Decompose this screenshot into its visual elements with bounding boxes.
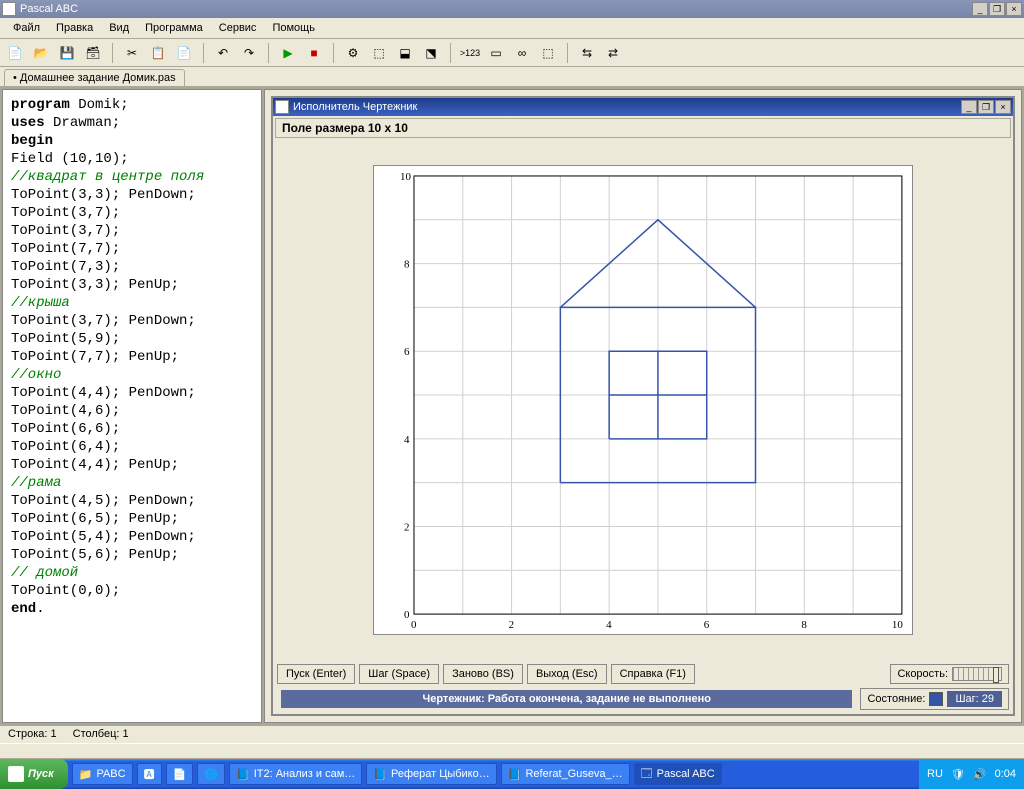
tool10-icon[interactable]: ⇄ [604, 44, 622, 62]
close-button[interactable]: × [1006, 2, 1022, 16]
drawer-maximize-button[interactable]: ❐ [978, 100, 994, 114]
menu-edit[interactable]: Правка [49, 20, 100, 36]
save-icon[interactable]: 💾 [58, 44, 76, 62]
task-item[interactable]: 🅰 [137, 763, 162, 785]
exit-button[interactable]: Выход (Esc) [527, 664, 607, 684]
tool3-icon[interactable]: ⬓ [396, 44, 414, 62]
svg-text:0: 0 [411, 619, 417, 631]
toolbar: 📄 📂 💾 🗃 ✂ 📋 📄 ↶ ↷ ▶ ■ ⚙ ⬚ ⬓ ⬔ >123 ▭ ∞ ⬚… [0, 39, 1024, 67]
tabstrip: • Домашнее задание Домик.pas [0, 67, 1024, 87]
saveall-icon[interactable]: 🗃 [84, 44, 102, 62]
svg-text:8: 8 [801, 619, 807, 631]
paste-icon[interactable]: 📄 [175, 44, 193, 62]
step-button[interactable]: Шаг (Space) [359, 664, 439, 684]
undo-icon[interactable]: ↶ [214, 44, 232, 62]
system-tray: RU 🛡 🔊 0:04 [919, 759, 1024, 789]
menubar: Файл Правка Вид Программа Сервис Помощь [0, 18, 1024, 39]
stop-icon[interactable]: ■ [305, 44, 323, 62]
task-item[interactable]: 📘 Referat_Guseva_… [501, 763, 630, 785]
tool4-icon[interactable]: ⬔ [422, 44, 440, 62]
drawer-title: Исполнитель Чертежник [293, 101, 417, 113]
svg-text:2: 2 [509, 619, 514, 631]
state-box: Состояние: Шаг: 29 [860, 688, 1009, 710]
status-col: Столбец: 1 [73, 728, 129, 741]
redo-icon[interactable]: ↷ [240, 44, 258, 62]
speed-box: Скорость: [890, 664, 1009, 684]
status-line: Строка: 1 [8, 728, 57, 741]
run-icon[interactable]: ▶ [279, 44, 297, 62]
drawer-window: Исполнитель Чертежник _ ❐ × Поле размера… [271, 96, 1015, 716]
svg-text:8: 8 [404, 259, 410, 271]
svg-text:2: 2 [404, 521, 409, 533]
tool9-icon[interactable]: ⇆ [578, 44, 596, 62]
tool2-icon[interactable]: ⬚ [370, 44, 388, 62]
maximize-button[interactable]: ❐ [989, 2, 1005, 16]
svg-text:10: 10 [400, 171, 411, 183]
menu-view[interactable]: Вид [102, 20, 136, 36]
step-counter: Шаг: 29 [947, 691, 1002, 707]
task-item[interactable]: 📁 PABC [72, 763, 133, 785]
cut-icon[interactable]: ✂ [123, 44, 141, 62]
field-size-label: Поле размера 10 x 10 [275, 118, 1011, 138]
open-icon[interactable]: 📂 [32, 44, 50, 62]
task-item[interactable]: 📘 IT2: Анализ и сам… [229, 763, 362, 785]
task-item-active[interactable]: 🗔 Pascal ABC [634, 763, 722, 785]
task-item[interactable]: 📄 [166, 763, 194, 785]
svg-text:10: 10 [892, 619, 903, 631]
tool1-icon[interactable]: ⚙ [344, 44, 362, 62]
tray-icon[interactable]: 🔊 [973, 768, 987, 781]
file-tab[interactable]: • Домашнее задание Домик.pas [4, 69, 185, 86]
statusbar: Строка: 1 Столбец: 1 [0, 725, 1024, 743]
tray-icon[interactable]: 🛡 [951, 768, 965, 781]
start-button[interactable]: Пуск [0, 759, 68, 789]
tool5-icon[interactable]: >123 [461, 44, 479, 62]
task-item[interactable]: 🌐 [197, 763, 225, 785]
speed-slider[interactable] [952, 667, 1002, 681]
taskbar: Пуск 📁 PABC 🅰 📄 🌐 📘 IT2: Анализ и сам… 📘… [0, 759, 1024, 789]
tool7-icon[interactable]: ∞ [513, 44, 531, 62]
run-button[interactable]: Пуск (Enter) [277, 664, 355, 684]
drawing-canvas: 10 8 6 4 2 0 0 2 4 6 8 10 [373, 165, 913, 635]
tool8-icon[interactable]: ⬚ [539, 44, 557, 62]
help-button[interactable]: Справка (F1) [611, 664, 695, 684]
svg-text:4: 4 [404, 434, 410, 446]
reset-button[interactable]: Заново (BS) [443, 664, 523, 684]
svg-text:6: 6 [404, 346, 410, 358]
svg-text:0: 0 [404, 609, 410, 621]
app-title: Pascal ABC [20, 3, 78, 15]
clock[interactable]: 0:04 [995, 768, 1016, 780]
windows-icon [8, 766, 24, 782]
minimize-button[interactable]: _ [972, 2, 988, 16]
menu-program[interactable]: Программа [138, 20, 210, 36]
new-icon[interactable]: 📄 [6, 44, 24, 62]
app-icon [2, 2, 16, 16]
status-message: Чертежник: Работа окончена, задание не в… [281, 690, 852, 708]
code-editor[interactable]: program Domik; uses Drawman; begin Field… [2, 89, 262, 723]
task-item[interactable]: 📘 Реферат Цыбико… [366, 763, 496, 785]
main-titlebar: Pascal ABC _ ❐ × [0, 0, 1024, 18]
menu-help[interactable]: Помощь [265, 20, 322, 36]
copy-icon[interactable]: 📋 [149, 44, 167, 62]
menu-service[interactable]: Сервис [212, 20, 264, 36]
menu-file[interactable]: Файл [6, 20, 47, 36]
svg-text:4: 4 [606, 619, 612, 631]
svg-text:6: 6 [704, 619, 710, 631]
tool6-icon[interactable]: ▭ [487, 44, 505, 62]
drawer-close-button[interactable]: × [995, 100, 1011, 114]
drawer-icon [275, 100, 289, 114]
drawer-minimize-button[interactable]: _ [961, 100, 977, 114]
lang-indicator[interactable]: RU [927, 768, 943, 780]
